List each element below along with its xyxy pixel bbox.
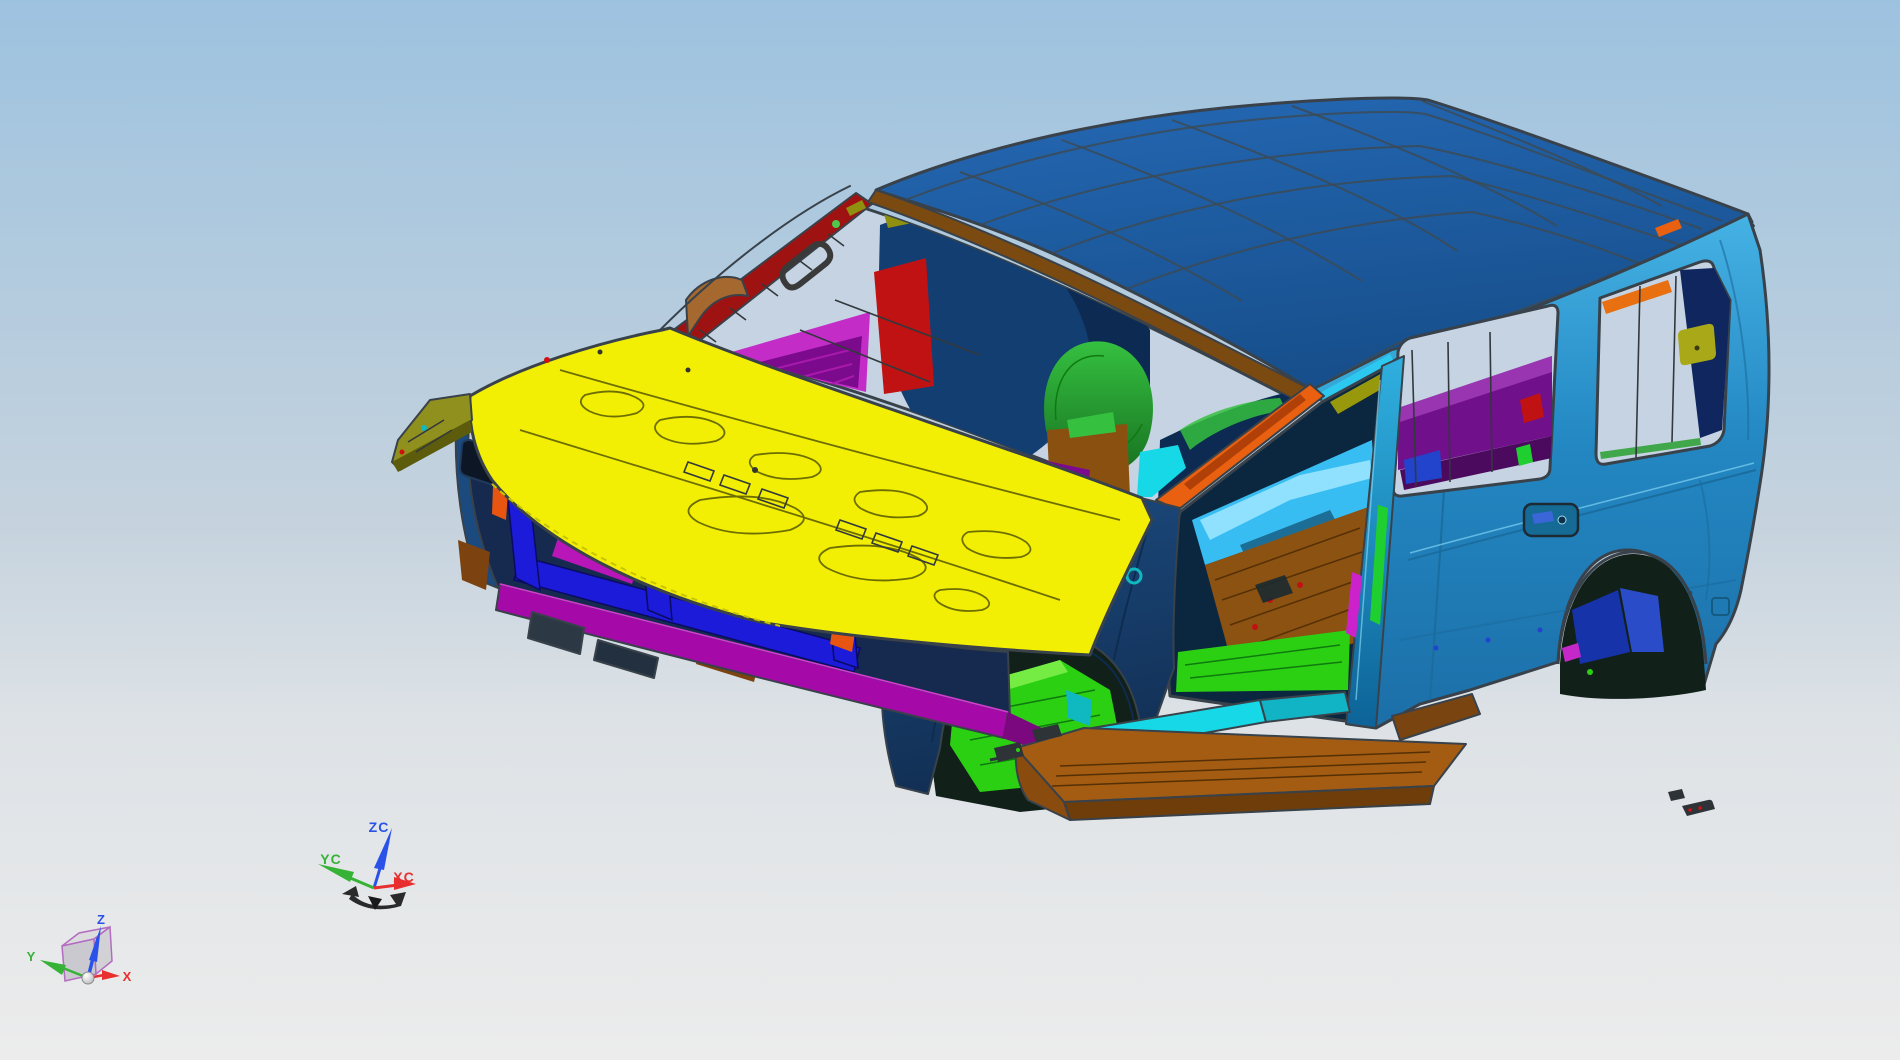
wheelhouse-green-dot [1587,669,1593,675]
wcs-z-label: ZC [369,819,390,835]
rear-door-handle[interactable] [1522,502,1580,538]
floor-red-dot [1252,624,1258,630]
3d-viewport[interactable]: ZC YC XC Z Y X [0,0,1900,1060]
rivet-dot [1537,627,1543,633]
window-olive-bracket[interactable] [1678,323,1716,366]
window-green-bit [1516,444,1533,466]
floor-red-dot [1297,582,1303,588]
apron-red-dot [399,449,405,455]
view-y-label: Y [27,949,36,964]
triad-origin-sphere[interactable] [81,971,95,985]
bracket-hole [1694,345,1700,351]
pillar-green-clip [832,220,840,228]
rivet-dot [1485,637,1491,643]
wcs-y-label: YC [320,851,341,867]
rivet-dot [1433,645,1439,651]
view-z-label: Z [97,912,105,927]
view-x-label: X [123,969,132,984]
cad-application-window: ZC YC XC Z Y X [0,0,1900,1060]
wcs-x-label: XC [393,869,414,885]
